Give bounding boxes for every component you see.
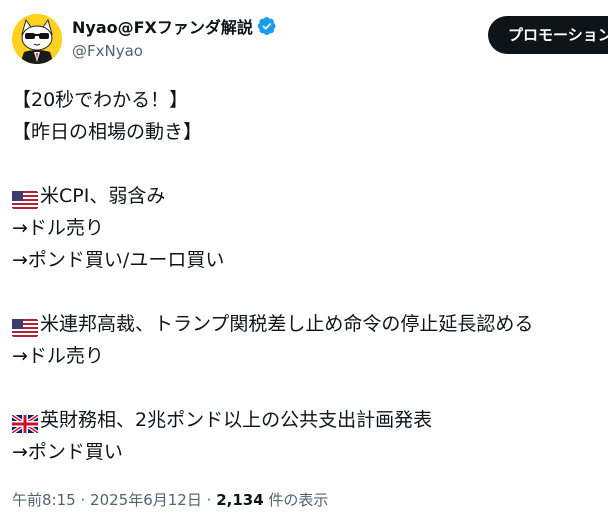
tweet-line: 【昨日の相場の動き】 [12,121,203,143]
promote-button[interactable]: プロモーション [488,16,608,54]
tweet-line: →ポンド買い [12,441,123,463]
author-names: Nyao@FXファンダ解説 @FxNyao [72,15,277,62]
author-handle[interactable]: @FxNyao [72,42,277,62]
news-item-text: 米連邦高裁、トランプ関税差し止め命令の停止延長認める [40,313,534,335]
meta-separator: · [206,491,212,509]
display-name[interactable]: Nyao@FXファンダ解説 [72,14,253,38]
display-name-row[interactable]: Nyao@FXファンダ解説 [72,15,277,37]
cat-avatar-icon [12,14,62,64]
news-item-title: 英財務相、2兆ポンド以上の公共支出計画発表 [10,404,608,436]
view-count: 2,134 [216,491,264,509]
tweet-text: 【20秒でわかる！】 【昨日の相場の動き】 米CPI、弱含み →ドル売り →ポン… [10,84,608,468]
tweet-date: 2025年6月12日 [90,491,202,509]
avatar[interactable] [12,14,62,64]
tweet-line: →ドル売り [12,217,104,239]
us-flag-icon [12,187,38,209]
tweet-line: 【20秒でわかる！】 [12,89,189,111]
news-item-text: 米CPI、弱含み [40,185,166,207]
tweet-meta: 午前8:15 · 2025年6月12日 · 2,134 件の表示 [12,489,328,511]
tweet-line: →ドル売り [12,345,104,367]
us-flag-icon [12,315,38,337]
uk-flag-icon [10,411,40,435]
news-item-text: 英財務相、2兆ポンド以上の公共支出計画発表 [40,409,433,431]
tweet-timestamp-link[interactable]: 午前8:15 · 2025年6月12日 [12,491,202,509]
news-item-title: 米連邦高裁、トランプ関税差し止め命令の停止延長認める [12,308,608,340]
tweet-header: Nyao@FXファンダ解説 @FxNyao プロモーション [12,12,608,64]
tweet-line: →ポンド買い/ユーロ買い [12,249,225,271]
view-label: 件の表示 [268,491,329,509]
news-item-title: 米CPI、弱含み [12,180,608,212]
meta-separator: · [80,491,86,509]
verified-badge-icon[interactable] [257,16,277,36]
tweet-time: 午前8:15 [12,491,76,509]
